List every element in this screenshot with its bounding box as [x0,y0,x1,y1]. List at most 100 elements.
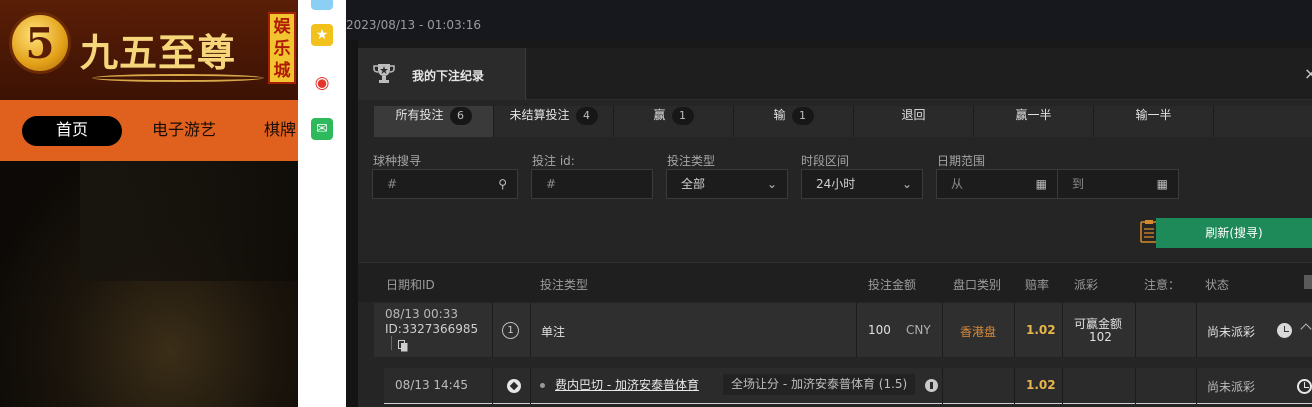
tab-lose[interactable]: 输1 [734,106,854,137]
bet-status: 尚未派彩 [1207,325,1256,339]
trophy-icon [373,64,395,83]
col-odds-type: 盘口类别 [953,278,1002,292]
logo-emblem: 5 [9,12,71,74]
table-header: 日期和ID 投注类型 投注金额 盘口类别 赔率 派彩 注意： 状态 [358,262,1312,302]
bet-date: 08/13 00:33 [385,307,458,321]
bet-type-label: 投注类型 [667,154,716,168]
cell-divider [1196,303,1197,357]
logo-text: 九五至尊 [80,30,237,75]
close-icon[interactable]: × [1304,64,1312,83]
match-link[interactable]: 费内巴切 - 加济安泰普体育 [555,376,699,393]
modal-header: 我的下注纪录 × [358,48,1312,100]
calendar-icon: ▦ [1156,177,1168,191]
datetime: 2023/08/13 - 01:03:16 [346,18,482,32]
sport-search-label: 球种搜寻 [373,154,422,168]
bet-detail-row[interactable]: 08/13 14:45 费内巴切 - 加济安泰普体育 全场让分 - 加济安泰普体… [384,368,1312,404]
bet-currency: CNY [906,323,931,337]
tab-count-badge: 6 [449,107,472,125]
col-amount: 投注金额 [868,278,917,292]
tab-label: 输 [773,108,786,122]
cell-divider [856,303,857,357]
date-from-input[interactable]: 从 ▦ [936,169,1058,199]
cell-divider [1014,368,1015,404]
star-icon[interactable]: ★ [311,24,333,46]
cell-divider [1196,368,1197,404]
date-to-input[interactable]: 到 ▦ [1057,169,1179,199]
nav-home[interactable]: 首页 [22,116,122,146]
nav-chess[interactable]: 棋牌 [264,116,296,146]
mail-icon[interactable]: ✉ [311,118,333,140]
placeholder: 从 [951,177,964,191]
col-notes: 注意： [1144,278,1181,292]
selected-value: 全部 [681,177,706,191]
cell-divider [530,368,531,404]
user-info-icon[interactable] [925,379,938,392]
cell-divider [1062,303,1063,357]
tab-all-bets[interactable]: 所有投注 6 [374,106,494,137]
cell-divider [492,303,493,357]
bullet-dot [540,383,545,388]
tab-label: 赢一半 [1015,108,1052,122]
market-label: 全场让分 - 加济安泰普体育 (1.5) [723,374,916,395]
match-date: 08/13 14:45 [395,378,468,392]
odds-type: 香港盘 [960,325,997,339]
tab-count-badge: 1 [791,107,814,125]
bet-amount: 100 [868,323,891,337]
refresh-search-button[interactable]: 刷新(搜寻) [1156,218,1312,248]
copy-icon[interactable] [398,340,408,352]
tab-label: 输一半 [1135,108,1172,122]
placeholder: # [546,177,557,191]
modal-tab[interactable]: 我的下注纪录 [358,48,526,100]
tab-label: 赢 [653,108,666,122]
sport-search-input[interactable]: # ⚲ [372,169,518,199]
tab-refund[interactable]: 退回 [854,106,974,137]
cell-divider [530,303,531,357]
tab-win[interactable]: 赢1 [614,106,734,137]
col-bet-type: 投注类型 [540,278,589,292]
cell-divider [942,303,943,357]
selected-value: 24小时 [816,177,856,191]
clock-icon [1277,323,1292,338]
placeholder: # [387,177,398,191]
payout-value: 102 [1089,330,1112,344]
site-nav: 首页 电子游艺 棋牌 [0,100,298,161]
chevron-down-icon: ⌄ [766,177,777,191]
cell-divider [942,368,943,404]
background-column [346,40,358,407]
tab-half-win[interactable]: 赢一半 [974,106,1094,137]
share-toolbar: ★ ◉ ✉ [298,0,346,407]
column-menu-icon[interactable] [1304,275,1312,289]
tab-unsettled[interactable]: 未结算投注 4 [494,106,614,137]
bet-type: 单注 [541,325,566,339]
period-label: 时段区间 [801,154,850,168]
share-top-icon[interactable] [311,0,333,10]
bet-odds: 1.02 [1026,323,1056,337]
cell-divider [1062,368,1063,404]
period-select[interactable]: 24小时 ⌄ [801,169,923,199]
table-row[interactable]: 08/13 00:33 ID:3327366985 1 单注 100 CNY 香… [374,303,1312,357]
clock-icon [1297,379,1312,394]
tab-half-lose[interactable]: 输一半 [1094,106,1214,137]
placeholder: 到 [1072,177,1085,191]
app-topbar: 2023/08/13 - 01:03:16 [346,0,1312,40]
weibo-icon[interactable]: ◉ [311,72,333,94]
calendar-icon: ▦ [1035,177,1047,191]
col-odds: 赔率 [1025,278,1050,292]
match-status: 尚未派彩 [1207,380,1256,394]
logo-badge: 娱乐城 [268,12,296,84]
tab-count-badge: 4 [575,107,598,125]
col-payout: 派彩 [1074,278,1099,292]
search-icon: ⚲ [498,177,507,191]
divider [391,336,392,350]
casino-website: 5 九五至尊 娱乐城 首页 电子游艺 棋牌 [0,0,298,407]
bet-type-select[interactable]: 全部 ⌄ [666,169,788,199]
bet-id-input[interactable]: # [531,169,653,199]
cell-divider [1135,303,1136,357]
collapse-icon[interactable] [1300,323,1312,335]
bet-id-label: 投注 id: [532,154,575,168]
tab-label: 所有投注 [395,108,444,122]
logo-ornament [92,74,264,82]
col-date-id: 日期和ID [386,278,435,292]
nav-slots[interactable]: 电子游艺 [152,116,216,146]
hero-shape [80,161,298,281]
